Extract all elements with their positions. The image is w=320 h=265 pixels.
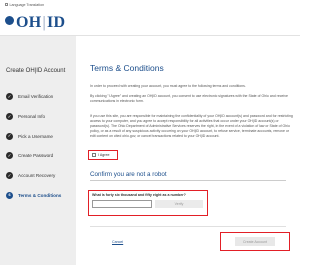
main-content: Terms & Conditions In order to proceed w…: [76, 36, 300, 265]
terms-paragraph: In order to proceed with creating your a…: [90, 84, 246, 88]
step-label: Pick a Username: [18, 133, 53, 139]
create-account-highlight: Create Account: [220, 232, 290, 251]
agree-highlight: I Agree: [88, 150, 118, 160]
divider: [90, 226, 286, 227]
step-create-password: ✓ Create Password: [6, 146, 61, 166]
step-number-icon: 6: [6, 191, 13, 199]
robot-answer-input[interactable]: [92, 200, 152, 208]
step-account-recovery: ✓ Account Recovery: [6, 166, 61, 186]
check-icon: ✓: [6, 93, 13, 101]
sidebar-title: Create OH|ID Account: [6, 68, 66, 74]
robot-check-highlight: What is forty six thousand and fifty eig…: [88, 190, 208, 216]
robot-question: What is forty six thousand and fifty eig…: [92, 193, 186, 197]
step-terms-conditions: 6 Terms & Conditions: [6, 185, 61, 205]
language-translation-label: Language Translation: [9, 2, 45, 7]
verify-button[interactable]: Verify: [155, 200, 203, 208]
language-icon: [5, 3, 8, 6]
ohid-logo: OH|ID: [5, 13, 65, 33]
step-label: Create Password: [18, 153, 54, 159]
step-label: Account Recovery: [18, 173, 56, 179]
robot-check-title: Confirm you are not a robot: [90, 171, 167, 178]
site-header: OH|ID: [0, 9, 300, 36]
step-label: Personal Info: [18, 114, 46, 120]
terms-paragraph: If you use this site, you are responsibl…: [90, 114, 293, 139]
agree-label[interactable]: I Agree: [98, 153, 109, 157]
step-label: Terms & Conditions: [18, 192, 62, 198]
cancel-link[interactable]: Cancel: [112, 240, 123, 244]
check-icon: ✓: [6, 172, 13, 180]
step-personal-info: ✓ Personal Info: [6, 107, 61, 127]
step-email-verification: ✓ Email Verification: [6, 87, 61, 107]
language-translation-bar[interactable]: Language Translation: [0, 0, 300, 9]
step-pick-username: ✓ Pick a Username: [6, 126, 61, 146]
check-icon: ✓: [6, 132, 13, 140]
agree-checkbox[interactable]: [92, 153, 96, 157]
sidebar: Create OH|ID Account ✓ Email Verificatio…: [0, 36, 76, 265]
page-title: Terms & Conditions: [90, 63, 164, 73]
create-account-button[interactable]: Create Account: [235, 237, 275, 246]
divider: [90, 180, 286, 181]
terms-paragraph: By clicking "I Agree" and creating an OH…: [90, 94, 288, 104]
ohio-seal-icon: [5, 15, 14, 25]
step-list: ✓ Email Verification ✓ Personal Info ✓ P…: [6, 87, 61, 205]
step-label: Email Verification: [18, 94, 54, 100]
check-icon: ✓: [6, 113, 13, 121]
check-icon: ✓: [6, 152, 13, 160]
